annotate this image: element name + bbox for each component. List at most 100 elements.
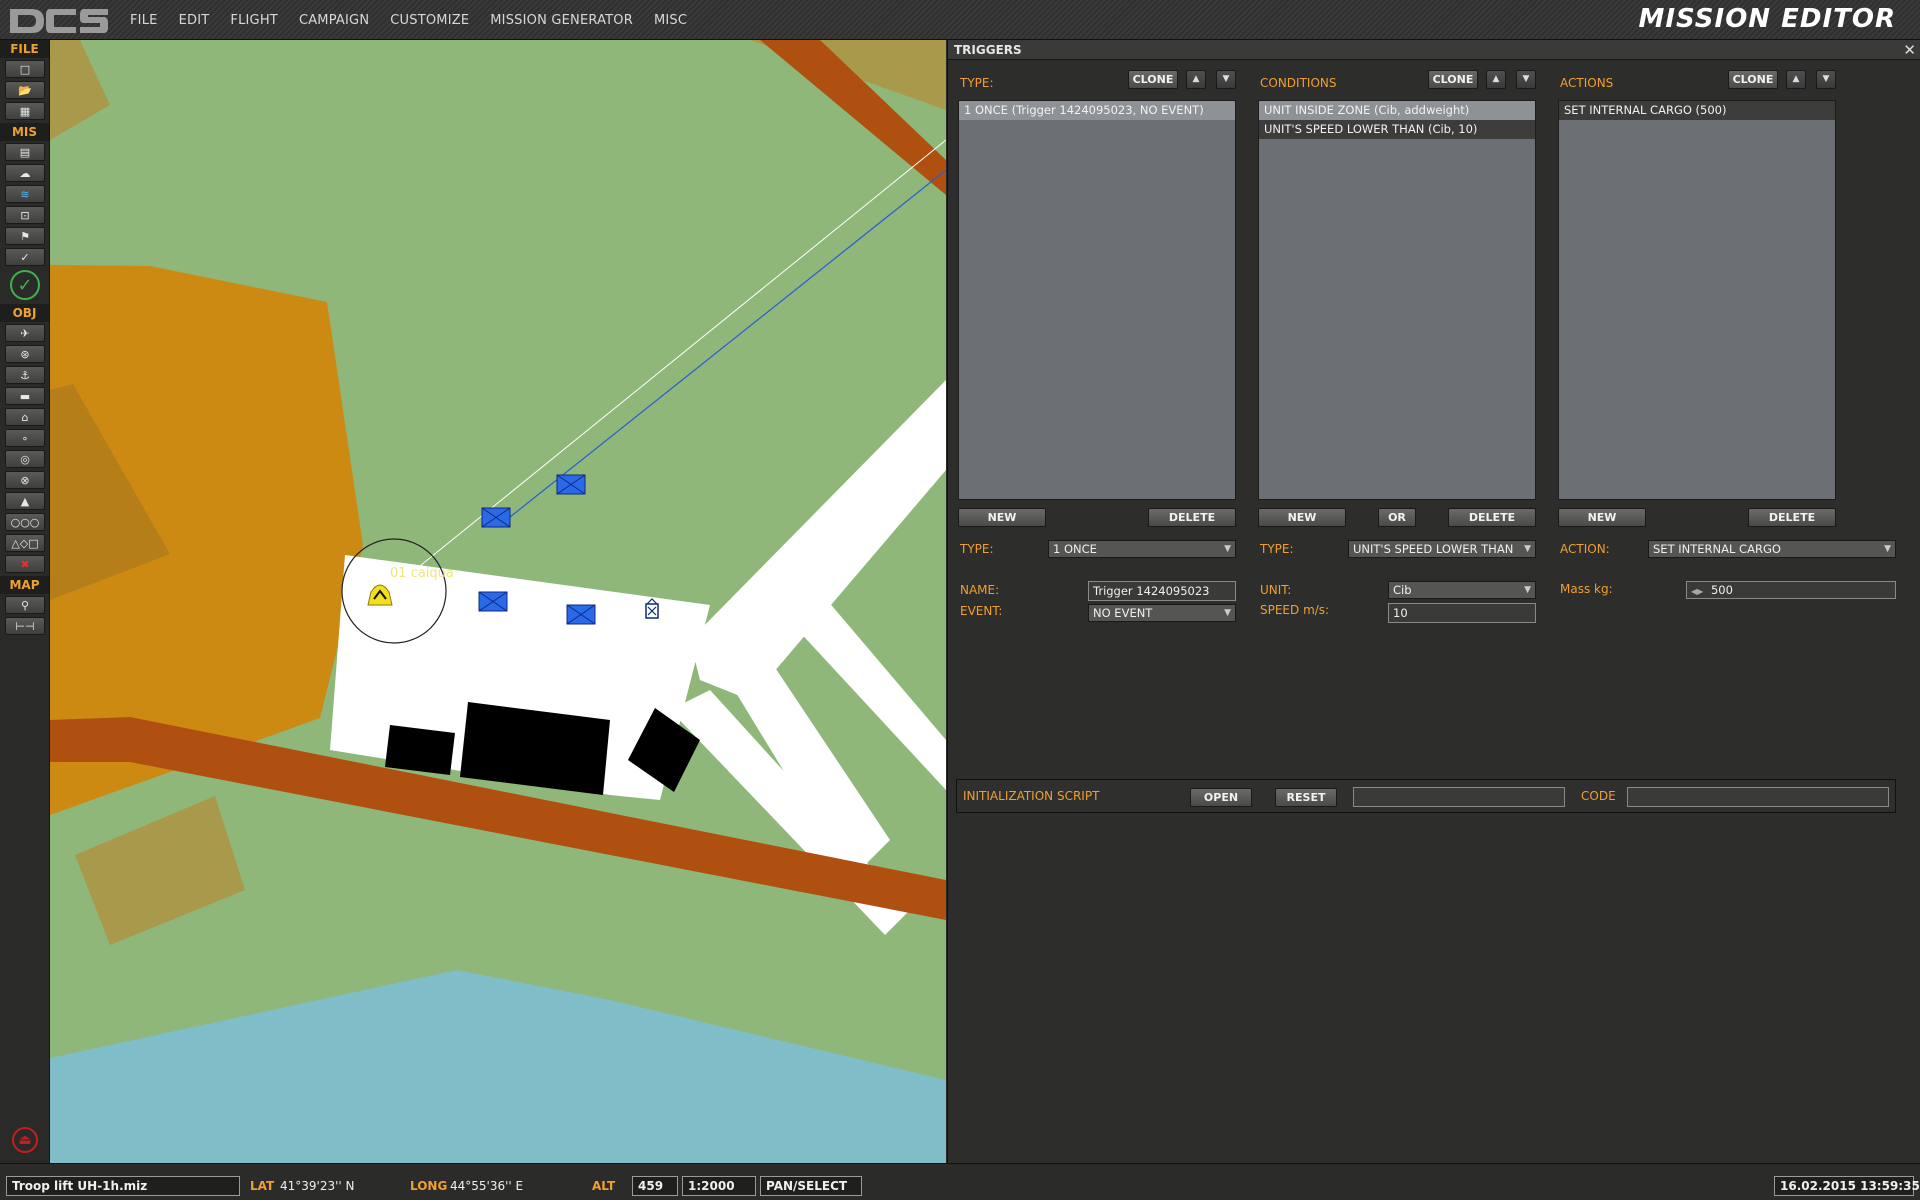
mission-check-icon[interactable]: ✓ (10, 270, 40, 300)
infantry-unit-icon-4[interactable] (566, 604, 596, 625)
eject-icon[interactable]: ⏏ (12, 1127, 38, 1153)
menu-edit[interactable]: EDIT (179, 13, 210, 28)
open-folder-icon[interactable]: 📂 (5, 81, 45, 99)
type-clone-button[interactable]: CLONE (1128, 70, 1178, 89)
conditions-buttons-row: NEW OR DELETE (1258, 508, 1536, 538)
close-icon[interactable]: ✕ (1903, 40, 1916, 60)
conditions-move-up-button[interactable]: ▲ (1486, 70, 1506, 89)
cross-target-icon[interactable]: ⊗ (5, 471, 45, 489)
type-move-up-button[interactable]: ▲ (1186, 70, 1206, 89)
chevron-down-icon: ▼ (1524, 544, 1531, 554)
new-file-icon[interactable]: □ (5, 60, 45, 78)
datetime-display: 16.02.2015 13:59:35 (1774, 1176, 1920, 1196)
actions-move-up-button[interactable]: ▲ (1786, 70, 1806, 89)
zone-label: 01 caiqua (390, 566, 454, 581)
conditions-clone-button[interactable]: CLONE (1428, 70, 1478, 89)
stepper-arrows-icon[interactable]: ◀▶ (1691, 587, 1703, 596)
key-icon[interactable]: ⚲ (5, 596, 45, 614)
delete-action-button[interactable]: DELETE (1748, 508, 1836, 527)
delete-trigger-button[interactable]: DELETE (1148, 508, 1236, 527)
chevron-down-icon: ▼ (1224, 608, 1231, 618)
menu-file[interactable]: FILE (130, 13, 158, 28)
menu-misc[interactable]: MISC (654, 13, 687, 28)
triggers-icon[interactable]: ≋ (5, 185, 45, 203)
conditions-move-down-button[interactable]: ▼ (1516, 70, 1536, 89)
name-field[interactable]: Trigger 1424095023 (1088, 581, 1236, 601)
beacon-icon[interactable]: ▲ (5, 492, 45, 510)
reset-script-button[interactable]: RESET (1275, 788, 1337, 807)
unit-dropdown[interactable]: Cib ▼ (1388, 581, 1536, 599)
ship-icon[interactable]: ⚓ (5, 366, 45, 384)
type-dropdown[interactable]: 1 ONCE ▼ (1048, 540, 1236, 558)
open-script-button[interactable]: OPEN (1190, 788, 1252, 807)
menu-campaign[interactable]: CAMPAIGN (299, 13, 369, 28)
condition-type-dropdown[interactable]: UNIT'S SPEED LOWER THAN ▼ (1348, 540, 1536, 558)
new-action-button[interactable]: NEW (1558, 508, 1646, 527)
vehicle-icon[interactable]: ▬ (5, 387, 45, 405)
mass-stepper[interactable]: ◀▶ 500 (1686, 581, 1896, 599)
airplane-icon[interactable]: ✈ (5, 324, 45, 342)
new-condition-button[interactable]: NEW (1258, 508, 1346, 527)
infantry-unit-icon-1[interactable] (481, 507, 511, 528)
mass-label: Mass kg: (1560, 582, 1613, 596)
actions-list[interactable]: SET INTERNAL CARGO (500) (1558, 100, 1836, 500)
speed-label: SPEED m/s: (1260, 603, 1330, 617)
unit-dropdown-value: Cib (1393, 583, 1412, 597)
init-script-field[interactable] (1353, 787, 1565, 807)
chevron-down-icon: ▼ (1884, 544, 1891, 554)
trigger-type-column: TYPE: CLONE ▲ ▼ 1 ONCE (Trigger 14240950… (958, 68, 1236, 538)
infantry-unit-icon-2[interactable] (556, 474, 586, 495)
list-item[interactable]: 1 ONCE (Trigger 1424095023, NO EVENT) (959, 101, 1235, 120)
alt-label: ALT (592, 1179, 616, 1193)
waypoint-icon[interactable]: ∘ (5, 429, 45, 447)
save-icon[interactable]: ▦ (5, 102, 45, 120)
chevron-down-icon: ▼ (1224, 544, 1231, 554)
list-item[interactable]: SET INTERNAL CARGO (500) (1559, 101, 1835, 120)
actions-buttons-row: NEW DELETE (1558, 508, 1836, 538)
status-bar: Troop lift UH-1h.miz LAT 41°39'23'' N LO… (0, 1163, 1920, 1200)
menu-mission-generator[interactable]: MISSION GENERATOR (490, 13, 633, 28)
map-view[interactable]: 01 caiqua (50, 40, 946, 1163)
check-icon[interactable]: ✓ (5, 248, 45, 266)
delete-condition-button[interactable]: DELETE (1448, 508, 1536, 527)
list-item[interactable]: UNIT INSIDE ZONE (Cib, addweight) (1259, 101, 1535, 120)
shapes-icon[interactable]: △◇□ (5, 534, 45, 552)
actions-column-title: ACTIONS (1560, 76, 1614, 90)
action-dropdown[interactable]: SET INTERNAL CARGO ▼ (1648, 540, 1896, 558)
menu-customize[interactable]: CUSTOMIZE (390, 13, 469, 28)
toolbar-section-map: MAP (0, 576, 49, 594)
conditions-column-header: CONDITIONS CLONE ▲ ▼ (1258, 68, 1536, 94)
triggers-panel: TRIGGERS ✕ TYPE: CLONE ▲ ▼ 1 ONCE (Trigg… (947, 40, 1920, 1163)
mission-editor-window: FILE EDIT FLIGHT CAMPAIGN CUSTOMIZE MISS… (0, 0, 1920, 1200)
map-scale[interactable]: 1:2000 (682, 1176, 756, 1196)
list-item[interactable]: UNIT'S SPEED LOWER THAN (Cib, 10) (1259, 120, 1535, 139)
target-icon[interactable]: ◎ (5, 450, 45, 468)
conditions-list[interactable]: UNIT INSIDE ZONE (Cib, addweight) UNIT'S… (1258, 100, 1536, 500)
toolbar-section-file: FILE (0, 40, 49, 58)
goals-icon[interactable]: ⚑ (5, 227, 45, 245)
briefing-icon[interactable]: ▤ (5, 143, 45, 161)
code-field[interactable] (1627, 787, 1889, 807)
condition-type-value: UNIT'S SPEED LOWER THAN (1353, 542, 1514, 556)
infantry-unit-icon-3[interactable] (478, 591, 508, 612)
lat-label: LAT (250, 1179, 275, 1193)
event-dropdown[interactable]: NO EVENT ▼ (1088, 604, 1236, 622)
event-label: EVENT: (960, 604, 1003, 618)
menu-flight[interactable]: FLIGHT (230, 13, 278, 28)
or-button[interactable]: OR (1378, 508, 1416, 527)
speed-field[interactable]: 10 (1388, 603, 1536, 623)
delete-icon[interactable]: ✖ (5, 555, 45, 573)
actions-move-down-button[interactable]: ▼ (1816, 70, 1836, 89)
actions-clone-button[interactable]: CLONE (1728, 70, 1778, 89)
group-icon[interactable]: ○○○ (5, 513, 45, 531)
helicopter-icon[interactable]: ⊛ (5, 345, 45, 363)
ruler-icon[interactable]: ⊢⊣ (5, 617, 45, 635)
map-mode[interactable]: PAN/SELECT (760, 1176, 862, 1196)
static-icon[interactable]: ⌂ (5, 408, 45, 426)
trigger-list[interactable]: 1 ONCE (Trigger 1424095023, NO EVENT) (958, 100, 1236, 500)
zone-icon[interactable]: ⊡ (5, 206, 45, 224)
type-move-down-button[interactable]: ▼ (1216, 70, 1236, 89)
map-canvas: 01 caiqua (50, 40, 946, 1163)
new-trigger-button[interactable]: NEW (958, 508, 1046, 527)
weather-icon[interactable]: ☁ (5, 164, 45, 182)
